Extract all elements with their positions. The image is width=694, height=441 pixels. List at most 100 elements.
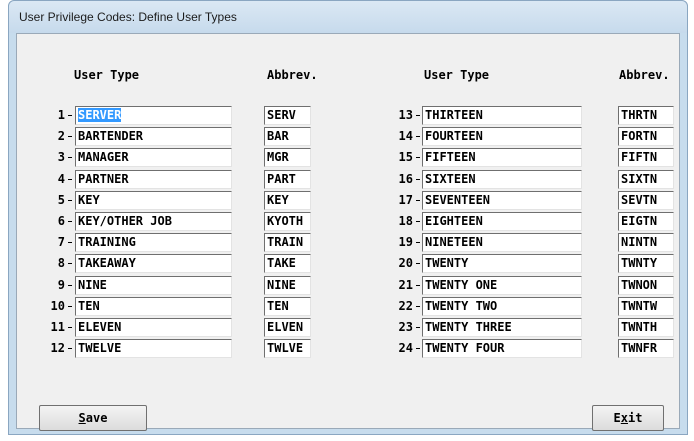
user-type-input[interactable]: TWENTY TWO [422, 296, 582, 316]
user-type-input[interactable]: TWENTY FOUR [422, 339, 582, 359]
row-number: 14 [398, 129, 413, 144]
row-number: 12 [50, 341, 65, 356]
abbrev-input[interactable]: SERV [264, 106, 311, 125]
abbrev-input[interactable]: KYOTH [264, 212, 311, 231]
user-type-value: TWENTY ONE [425, 277, 498, 292]
abbrev-input[interactable]: PART [264, 169, 311, 189]
row-number: 17 [398, 192, 413, 207]
user-type-input[interactable]: FIFTEEN [422, 148, 582, 168]
row-connector [68, 348, 72, 350]
row-number: 8 [57, 256, 65, 271]
user-type-input[interactable]: FOURTEEN [422, 127, 582, 147]
user-type-input[interactable]: EIGHTEEN [422, 212, 582, 231]
abbrev-input[interactable]: TEN [264, 296, 311, 316]
abbrev-input[interactable]: MGR [264, 148, 311, 168]
user-type-input[interactable]: THIRTEEN [422, 106, 582, 125]
title-bar: User Privilege Codes: Define User Types [9, 1, 687, 33]
row-connector [68, 327, 72, 328]
user-type-value: BARTENDER [78, 129, 144, 144]
user-type-input[interactable]: NINE [75, 275, 232, 295]
abbrev-input[interactable]: KEY [264, 190, 311, 210]
row-number: 22 [398, 298, 413, 313]
user-type-input[interactable]: TAKEAWAY [75, 254, 232, 274]
row-number: 1 [57, 108, 65, 122]
user-type-input[interactable]: BARTENDER [75, 127, 232, 147]
user-type-input[interactable]: TEN [75, 296, 232, 316]
abbrev-input[interactable]: ELVEN [264, 318, 311, 337]
row-connector [416, 136, 420, 138]
user-type-value: NINETEEN [425, 235, 483, 250]
row-number: 5 [57, 192, 65, 207]
user-type-input[interactable]: TWENTY [422, 254, 582, 274]
row-connector [416, 178, 420, 180]
row-number: 15 [398, 150, 413, 165]
abbrev-input[interactable]: TWLVE [264, 339, 311, 359]
abbrev-input[interactable]: NINE [264, 275, 311, 295]
abbrev-input[interactable]: FIFTN [618, 148, 674, 168]
abbrev-input[interactable]: EIGTN [618, 212, 674, 231]
user-type-value: TRAINING [78, 235, 136, 250]
user-type-value: PARTNER [78, 171, 129, 186]
row-connector [416, 199, 420, 201]
user-type-input[interactable]: NINETEEN [422, 233, 582, 253]
row-connector [68, 263, 72, 265]
abbrev-input[interactable]: FORTN [618, 127, 674, 147]
row-connector [68, 115, 72, 116]
row-connector [416, 115, 420, 116]
window-title: User Privilege Codes: Define User Types [19, 10, 237, 24]
user-type-input[interactable]: SERVER [75, 106, 232, 125]
user-type-input[interactable]: TRAINING [75, 233, 232, 253]
row-number: 2 [57, 129, 65, 144]
row-number: 4 [57, 171, 65, 186]
abbrev-input[interactable]: TWNTH [618, 318, 674, 337]
user-type-input[interactable]: ELEVEN [75, 318, 232, 337]
user-type-input[interactable]: KEY/OTHER JOB [75, 212, 232, 231]
abbrev-input[interactable]: NINTN [618, 233, 674, 253]
user-type-value: TWELVE [78, 341, 122, 356]
user-type-value: EIGHTEEN [425, 214, 483, 228]
user-type-value: ELEVEN [78, 320, 122, 334]
user-type-value: SERVER [78, 108, 122, 122]
user-type-input[interactable]: KEY [75, 190, 232, 210]
exit-button[interactable]: Exit [592, 405, 664, 431]
user-type-value: FIFTEEN [425, 150, 476, 165]
row-connector [68, 284, 72, 286]
dialog-window: User Privilege Codes: Define User Types … [8, 0, 688, 435]
user-type-input[interactable]: SIXTEEN [422, 169, 582, 189]
user-type-value: SIXTEEN [425, 171, 476, 186]
dialog-client-area: User Type Abbrev. User Type Abbrev. 1 SER… [16, 33, 680, 431]
row-connector [416, 327, 420, 328]
row-connector [416, 157, 420, 159]
user-type-input[interactable]: TWELVE [75, 339, 232, 359]
header-abbrev-left: Abbrev. [267, 68, 318, 82]
user-type-input[interactable]: TWENTY ONE [422, 275, 582, 295]
abbrev-input[interactable]: TWNTY [618, 254, 674, 274]
abbrev-input[interactable]: BAR [264, 127, 311, 147]
user-type-value: TWENTY [425, 256, 469, 271]
abbrev-input[interactable]: SIXTN [618, 169, 674, 189]
abbrev-input[interactable]: THRTN [618, 106, 674, 125]
abbrev-input[interactable]: TAKE [264, 254, 311, 274]
row-number: 18 [398, 214, 413, 228]
row-number: 10 [50, 298, 65, 313]
abbrev-input[interactable]: TWNTW [618, 296, 674, 316]
user-type-value: NINE [78, 277, 107, 292]
abbrev-input[interactable]: TWNFR [618, 339, 674, 359]
row-connector [416, 348, 420, 350]
row-connector [68, 157, 72, 159]
user-type-input[interactable]: TWENTY THREE [422, 318, 582, 337]
row-number: 19 [398, 235, 413, 250]
user-type-input[interactable]: PARTNER [75, 169, 232, 189]
row-number: 11 [50, 320, 65, 334]
abbrev-input[interactable]: TWNON [618, 275, 674, 295]
user-type-value: KEY [78, 192, 100, 207]
abbrev-input[interactable]: TRAIN [264, 233, 311, 253]
save-button[interactable]: Save [39, 405, 147, 431]
user-type-input[interactable]: MANAGER [75, 148, 232, 168]
user-type-input[interactable]: SEVENTEEN [422, 190, 582, 210]
user-type-value: TAKEAWAY [78, 256, 136, 271]
user-type-value: SEVENTEEN [425, 192, 491, 207]
abbrev-input[interactable]: SEVTN [618, 190, 674, 210]
user-type-value: TWENTY THREE [425, 320, 512, 334]
row-connector [68, 221, 72, 222]
